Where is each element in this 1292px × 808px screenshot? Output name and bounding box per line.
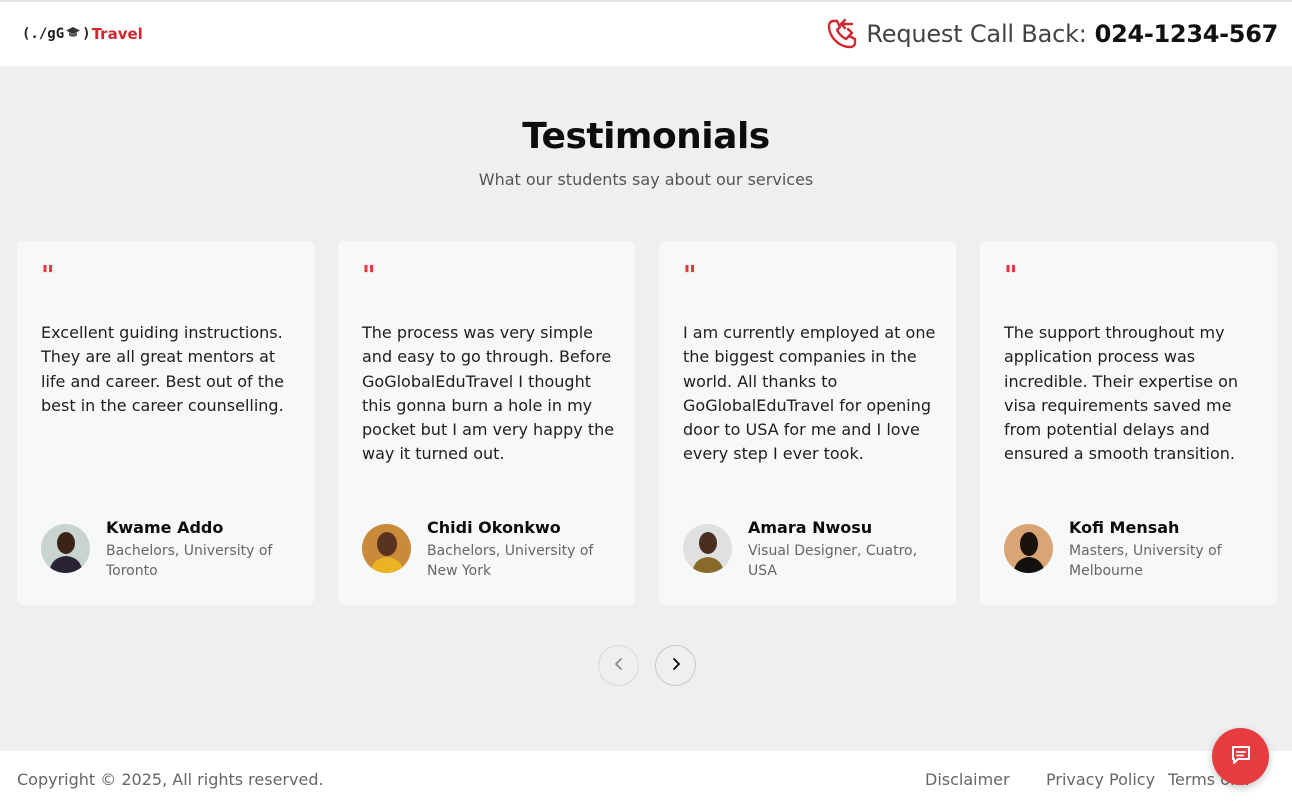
avatar — [41, 524, 90, 573]
site-footer: Copyright © 2025, All rights reserved. D… — [0, 751, 1292, 808]
chat-bubble-icon — [1229, 743, 1253, 771]
section-subtitle: What our students say about our services — [478, 170, 814, 189]
testimonial-card: " The process was very simple and easy t… — [338, 241, 635, 605]
author-role: Visual Designer, Cuatro, USA — [748, 543, 918, 579]
phone-callback-icon — [825, 17, 859, 51]
carousel-next-button[interactable] — [655, 645, 696, 686]
logo-brand: Travel — [91, 25, 143, 43]
testimonial-author: Kwame Addo Bachelors, University of Toro… — [41, 518, 302, 581]
testimonial-author: Amara Nwosu Visual Designer, Cuatro, USA — [683, 518, 944, 581]
chevron-left-icon — [612, 656, 626, 675]
quote-icon: " — [41, 261, 55, 291]
testimonial-text: Excellent guiding instructions. They are… — [41, 323, 285, 415]
quote-icon: " — [1004, 261, 1018, 291]
testimonial-card: " The support throughout my application … — [980, 241, 1277, 605]
avatar — [683, 524, 732, 573]
request-callback[interactable]: Request Call Back: 024-1234-567 — [825, 17, 1278, 51]
quote-icon: " — [362, 261, 376, 291]
callback-number[interactable]: 024-1234-567 — [1095, 20, 1279, 48]
avatar — [1004, 524, 1053, 573]
callback-label: Request Call Back: — [866, 20, 1087, 48]
testimonial-text: The process was very simple and easy to … — [362, 323, 615, 464]
testimonial-author: Kofi Mensah Masters, University of Melbo… — [1004, 518, 1265, 581]
footer-link-privacy-policy[interactable]: Privacy Policy — [1046, 770, 1155, 789]
quote-icon: " — [683, 261, 697, 291]
author-role: Bachelors, University of Toronto — [106, 543, 273, 579]
graduation-cap-icon — [66, 26, 81, 42]
chevron-right-icon — [669, 656, 683, 675]
footer-link-disclaimer[interactable]: Disclaimer — [925, 770, 1010, 789]
author-name: Chidi Okonkwo — [427, 518, 561, 537]
author-name: Amara Nwosu — [748, 518, 873, 537]
testimonial-author: Chidi Okonkwo Bachelors, University of N… — [362, 518, 623, 581]
site-logo[interactable]: (./gG ) Travel — [22, 25, 143, 43]
author-name: Kwame Addo — [106, 518, 224, 537]
testimonial-text: I am currently employed at one the bigge… — [683, 323, 936, 464]
author-role: Masters, University of Melbourne — [1069, 543, 1222, 579]
author-name: Kofi Mensah — [1069, 518, 1180, 537]
site-header: (./gG ) Travel Request Call Back: 024-12… — [0, 0, 1292, 66]
testimonial-list: " Excellent guiding instructions. They a… — [17, 241, 1277, 605]
testimonial-card: " Excellent guiding instructions. They a… — [17, 241, 314, 605]
avatar — [362, 524, 411, 573]
chat-button[interactable] — [1212, 728, 1269, 785]
author-role: Bachelors, University of New York — [427, 543, 594, 579]
testimonial-card: " I am currently employed at one the big… — [659, 241, 956, 605]
logo-prefix: (./gG — [22, 26, 65, 42]
logo-suffix: ) — [82, 26, 91, 42]
testimonial-text: The support throughout my application pr… — [1004, 323, 1239, 464]
carousel-prev-button[interactable] — [598, 645, 639, 686]
copyright-text: Copyright © 2025, All rights reserved. — [17, 770, 324, 789]
section-title: Testimonials — [522, 116, 770, 157]
